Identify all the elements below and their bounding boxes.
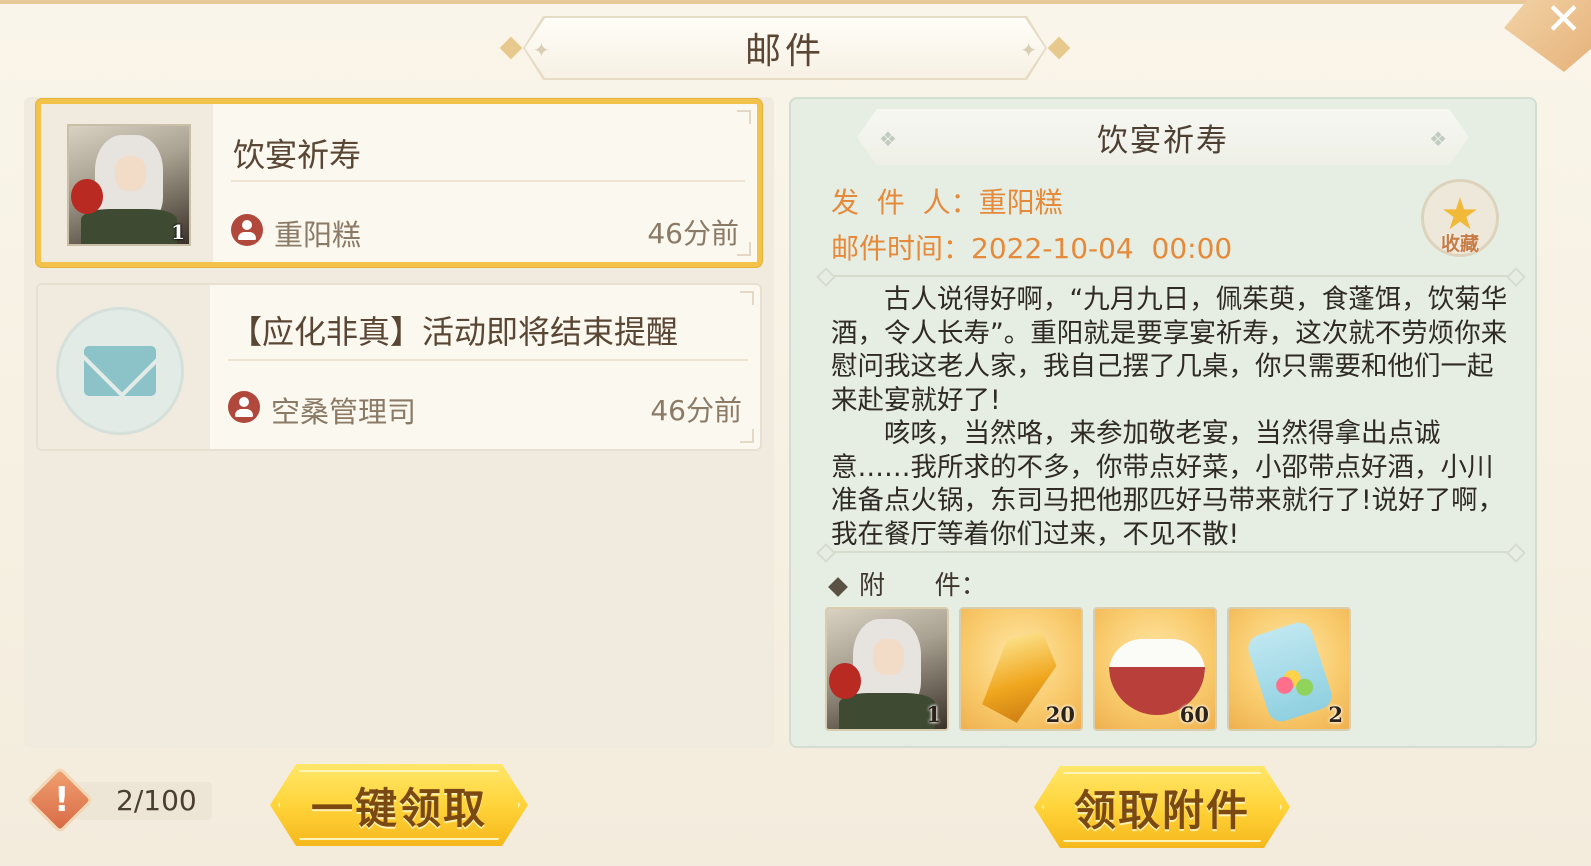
ornament-icon: ❖ [879, 127, 897, 151]
diamond-ornament-icon [499, 36, 523, 60]
diamond-ornament-icon [1047, 36, 1071, 60]
favorite-label: 收藏 [1440, 233, 1479, 255]
attachment-qty: 1 [926, 702, 941, 727]
page-title: 邮件 [744, 31, 825, 72]
mail-list-item[interactable]: 1 饮宴祈寿 重阳糕 46分前 [36, 99, 762, 267]
divider [827, 551, 1515, 553]
corner-ornament [740, 429, 754, 443]
mail-count: 2/100 [116, 784, 197, 817]
top-border [0, 0, 1591, 4]
envelope-badge [56, 307, 184, 435]
close-icon: ✕ [1545, 0, 1582, 45]
character-portrait: 1 [67, 124, 191, 246]
sparkle-icon: ✦ [533, 38, 550, 62]
sender-line: 发 件 人：重阳糕 [831, 181, 1063, 221]
divider [827, 275, 1515, 277]
diamond-bullet-icon [828, 576, 848, 597]
time-line: 邮件时间：2022-10-04 00:00 [831, 227, 1232, 267]
mail-count-indicator: ! 2/100 [26, 766, 212, 834]
mail-list-panel: 1 饮宴祈寿 重阳糕 46分前 【应化非真】活动即将结束提醒 空桑管理司 46分… [24, 97, 774, 748]
close-button[interactable]: ✕ [1504, 0, 1591, 72]
attachment-qty: 20 [1045, 702, 1075, 727]
candy-jar-icon [1244, 619, 1336, 725]
favorite-button[interactable]: ★ 收藏 [1421, 179, 1499, 257]
corner-ornament [737, 242, 751, 256]
body-paragraph: 咳咳，当然咯，来参加敬老宴，当然得拿出点诚意……我所求的不多，你带点好菜，小邵带… [831, 418, 1505, 550]
title-banner: ✦ ✦ 邮件 [499, 18, 1071, 78]
mail-body: 古人说得好啊，“九月九日，佩茱萸，食蓬饵，饮菊华酒，令人长寿”。重阳就是要享宴祈… [831, 283, 1515, 551]
mail-sender: 空桑管理司 [271, 395, 417, 429]
mail-list-item[interactable]: 【应化非真】活动即将结束提醒 空桑管理司 46分前 [36, 283, 762, 451]
user-icon [228, 391, 260, 423]
claim-all-label: 一键领取 [310, 783, 487, 833]
claim-attachments-label: 领取附件 [1073, 785, 1250, 835]
mail-detail-panel: ❖ ❖ 饮宴祈寿 发 件 人：重阳糕 邮件时间：2022-10-04 00:00… [789, 97, 1537, 748]
mail-title: 饮宴祈寿 [233, 136, 362, 174]
sparkle-icon: ✦ [1020, 38, 1037, 62]
ornament-icon: ❖ [1429, 127, 1447, 151]
portrait-count: 1 [171, 220, 185, 244]
corner-ornament [740, 291, 754, 305]
attachments-label: 附 件： [859, 571, 987, 601]
attachment-item[interactable]: 20 [959, 607, 1083, 731]
exclamation-icon: ! [54, 780, 70, 820]
sender-label: 发 件 人： [831, 186, 979, 219]
attachment-list: 1 20 60 2 [825, 607, 1351, 731]
attachment-item[interactable]: 2 [1227, 607, 1351, 731]
mail-sender: 重阳糕 [274, 218, 362, 252]
attachment-qty: 60 [1179, 702, 1209, 727]
detail-title-bar: ❖ ❖ 饮宴祈寿 [857, 109, 1469, 165]
attachment-item[interactable]: 1 [825, 607, 949, 731]
corner-ornament [737, 110, 751, 124]
attachments-heading: 附 件： [828, 565, 987, 602]
divider [231, 180, 745, 182]
mail-title: 【应化非真】活动即将结束提醒 [230, 313, 679, 351]
claim-attachments-button[interactable]: 领取附件 [1034, 766, 1290, 848]
time-value: 2022-10-04 00:00 [971, 232, 1233, 265]
divider [228, 359, 748, 361]
user-icon [231, 214, 263, 246]
mail-time: 46分前 [647, 217, 739, 250]
detail-title: 饮宴祈寿 [1097, 122, 1229, 159]
mail-time: 46分前 [650, 394, 742, 427]
time-label: 邮件时间： [831, 232, 972, 265]
attachment-qty: 2 [1328, 702, 1343, 727]
claim-all-button[interactable]: 一键领取 [270, 764, 528, 846]
body-paragraph: 古人说得好啊，“九月九日，佩茱萸，食蓬饵，饮菊华酒，令人长寿”。重阳就是要享宴祈… [831, 284, 1508, 416]
sender-value: 重阳糕 [978, 186, 1063, 219]
envelope-icon [84, 346, 156, 396]
attachment-item[interactable]: 60 [1093, 607, 1217, 731]
